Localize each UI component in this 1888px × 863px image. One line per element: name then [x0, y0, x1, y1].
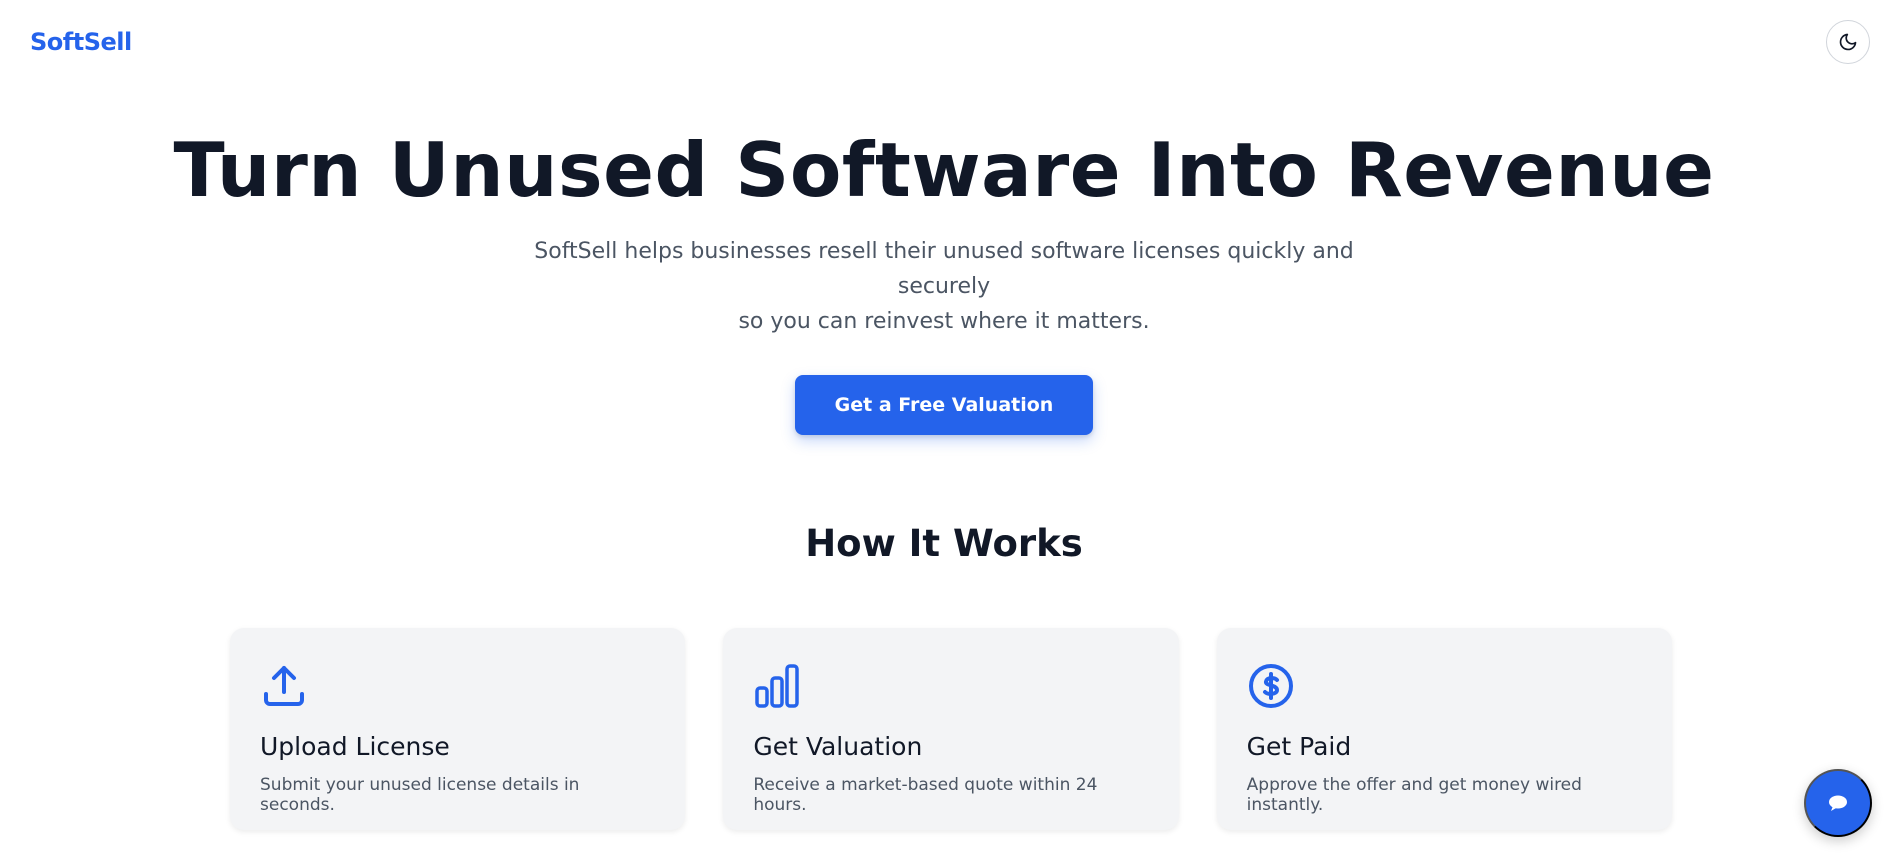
step-card-upload: Upload License Submit your unused licens… — [230, 628, 686, 830]
chat-bubble-icon — [1829, 795, 1847, 811]
step-card-paid: Get Paid Approve the offer and get money… — [1216, 628, 1672, 830]
hero-subtitle: SoftSell helps businesses resell their u… — [524, 234, 1364, 339]
step-card-valuation: Get Valuation Receive a market-based quo… — [723, 628, 1179, 830]
chat-button[interactable] — [1804, 769, 1872, 837]
dollar-circle-icon — [1248, 664, 1293, 708]
how-it-works-title: How It Works — [805, 522, 1083, 565]
step-description: Submit your unused license details in se… — [260, 775, 580, 815]
hero-section: Turn Unused Software Into Revenue SoftSe… — [0, 120, 1888, 435]
how-it-works-cards: Upload License Submit your unused licens… — [230, 628, 1672, 830]
moon-icon — [1839, 33, 1857, 51]
step-title: Get Valuation — [753, 732, 923, 761]
step-description: Receive a market-based quote within 24 h… — [753, 775, 1098, 815]
hero-subtitle-line-2: so you can reinvest where it matters. — [738, 309, 1150, 334]
step-title: Get Paid — [1246, 732, 1352, 761]
hero-title: Turn Unused Software Into Revenue — [173, 126, 1715, 214]
step-title: Upload License — [260, 732, 450, 761]
hero-subtitle-line-1: SoftSell helps businesses resell their u… — [534, 239, 1354, 299]
bar-chart-icon — [755, 664, 800, 708]
logo[interactable]: SoftSell — [30, 28, 132, 56]
step-description: Approve the offer and get money wired in… — [1246, 775, 1582, 815]
theme-toggle-button[interactable] — [1826, 20, 1870, 64]
site-header: SoftSell — [0, 0, 1888, 86]
get-free-valuation-button[interactable]: Get a Free Valuation — [794, 375, 1094, 435]
upload-icon — [264, 666, 304, 706]
page: SoftSell Turn Unused Software Into Reven… — [0, 0, 1888, 863]
